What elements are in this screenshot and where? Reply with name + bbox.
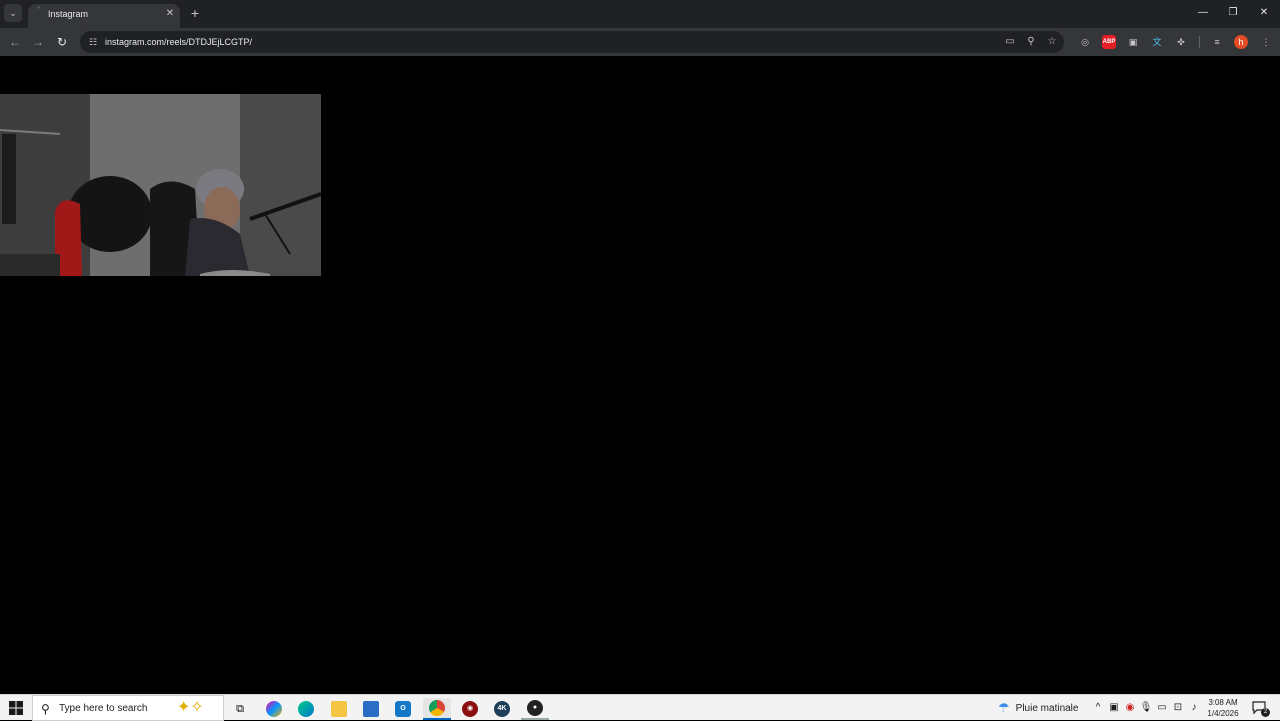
zoom-icon[interactable]: ⚲ bbox=[1025, 36, 1037, 48]
tab-strip: ⌄ ' Instagram ✕ + — ❐ ✕ bbox=[0, 0, 1280, 28]
display-icon[interactable]: ▭ bbox=[1155, 701, 1169, 715]
extensions-puzzle-icon[interactable]: ✜ bbox=[1173, 34, 1189, 50]
minimize-icon[interactable]: — bbox=[1193, 4, 1213, 22]
network-icon[interactable]: ⊡ bbox=[1171, 701, 1185, 715]
forward-icon[interactable]: → bbox=[30, 34, 46, 50]
loading-icon: ' bbox=[38, 5, 40, 15]
app-recorder-icon[interactable]: ● bbox=[521, 698, 549, 720]
microsoft-store-icon[interactable] bbox=[357, 698, 385, 720]
search-highlight-icon: ✦✧ bbox=[177, 699, 204, 716]
tab-instagram[interactable]: ' Instagram ✕ bbox=[28, 4, 180, 28]
reload-icon[interactable]: ↻ bbox=[54, 34, 70, 50]
video-frame-image bbox=[0, 94, 321, 276]
video-thumbnail[interactable] bbox=[0, 94, 321, 276]
weather-text: Pluie matinale bbox=[1015, 702, 1079, 714]
task-view-icon[interactable]: ⧉ bbox=[226, 698, 254, 720]
4k-downloader-icon[interactable]: 4K bbox=[488, 698, 516, 720]
antivirus-icon[interactable]: ◉ bbox=[1123, 701, 1137, 715]
translate-extension-icon[interactable]: 文 bbox=[1149, 34, 1165, 50]
notifications-icon[interactable]: 2 bbox=[1250, 699, 1270, 717]
reading-list-icon[interactable]: ≡ bbox=[1209, 34, 1225, 50]
restore-icon[interactable]: ❐ bbox=[1223, 4, 1243, 22]
clock-time: 3:08 AM bbox=[1208, 698, 1238, 707]
system-clock[interactable]: 3:08 AM 1/4/2026 bbox=[1202, 697, 1244, 719]
close-tab-icon[interactable]: ✕ bbox=[164, 8, 176, 20]
clock-date: 1/4/2026 bbox=[1207, 709, 1239, 718]
taskbar-search-box[interactable]: ⚲ Type here to search ✦✧ bbox=[32, 695, 224, 721]
microphone-icon[interactable]: 🎙 bbox=[1139, 701, 1153, 715]
windows-taskbar: ⚲ Type here to search ✦✧ ⧉ O ◉ 4K ● ☂ Pl… bbox=[0, 694, 1280, 721]
volume-icon[interactable]: ♪ bbox=[1187, 701, 1201, 715]
search-icon: ⚲ bbox=[41, 702, 50, 716]
extension-square-icon[interactable]: ▣ bbox=[1125, 34, 1141, 50]
menu-icon[interactable]: ⋮ bbox=[1258, 34, 1274, 50]
windows-start-icon[interactable] bbox=[8, 700, 24, 716]
toolbar-divider bbox=[1199, 36, 1200, 48]
close-window-icon[interactable]: ✕ bbox=[1254, 4, 1274, 22]
address-bar[interactable]: ☷ instagram.com/reels/DTDJEjLCGTP/ ▭ ⚲ ☆ bbox=[80, 31, 1064, 53]
page-content bbox=[0, 56, 1280, 694]
back-icon[interactable]: ← bbox=[7, 34, 23, 50]
bookmark-star-icon[interactable]: ☆ bbox=[1046, 36, 1058, 48]
app-red-icon[interactable]: ◉ bbox=[456, 698, 484, 720]
edge-icon[interactable] bbox=[292, 698, 320, 720]
copilot-icon[interactable] bbox=[260, 698, 288, 720]
meet-now-icon[interactable]: ▣ bbox=[1107, 701, 1121, 715]
weather-widget[interactable]: ☂ Pluie matinale bbox=[998, 699, 1078, 717]
search-placeholder: Type here to search bbox=[59, 703, 148, 714]
adblock-plus-icon[interactable]: ABP bbox=[1102, 35, 1116, 49]
profile-avatar[interactable]: h bbox=[1234, 35, 1248, 49]
site-info-icon[interactable]: ☷ bbox=[87, 36, 99, 48]
tab-search-icon[interactable]: ⌄ bbox=[4, 4, 22, 22]
chrome-icon[interactable] bbox=[423, 698, 451, 720]
new-tab-icon[interactable]: + bbox=[188, 6, 202, 20]
browser-toolbar: ← → ↻ ☷ instagram.com/reels/DTDJEjLCGTP/… bbox=[0, 28, 1280, 56]
outlook-icon[interactable]: O bbox=[389, 698, 417, 720]
install-app-icon[interactable]: ▭ bbox=[1004, 36, 1016, 48]
weather-rain-icon: ☂ bbox=[998, 700, 1010, 715]
url-text[interactable]: instagram.com/reels/DTDJEjLCGTP/ bbox=[105, 37, 252, 47]
incognito-extension-icon[interactable]: ◎ bbox=[1077, 34, 1093, 50]
file-explorer-icon[interactable] bbox=[325, 698, 353, 720]
show-hidden-icons-icon[interactable]: ^ bbox=[1091, 701, 1105, 715]
tab-title: Instagram bbox=[48, 9, 89, 19]
notification-count: 2 bbox=[1261, 708, 1270, 717]
